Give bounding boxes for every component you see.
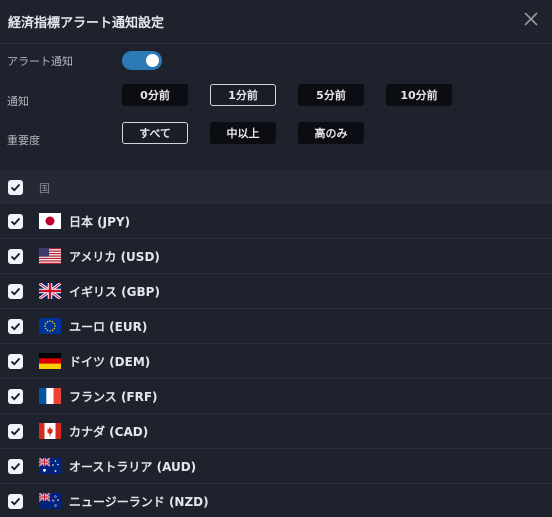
country-row-gbp[interactable]: イギリス (GBP) — [0, 274, 552, 309]
country-row-frf[interactable]: フランス (FRF) — [0, 379, 552, 414]
checkmark-icon — [10, 217, 21, 226]
country-name: アメリカ (USD) — [69, 250, 160, 264]
country-row-eur[interactable]: ユーロ (EUR) — [0, 309, 552, 344]
country-checkbox[interactable] — [8, 424, 23, 439]
country-row-usd[interactable]: アメリカ (USD) — [0, 239, 552, 274]
country-name: ユーロ (EUR) — [69, 320, 148, 334]
country-checkbox[interactable] — [8, 284, 23, 299]
japan-flag-icon — [39, 213, 61, 229]
country-checkbox[interactable] — [8, 494, 23, 509]
toggle-knob — [146, 54, 159, 67]
uk-flag-icon — [39, 283, 61, 299]
country-name: ニュージーランド (NZD) — [69, 495, 209, 509]
checkmark-icon — [10, 497, 21, 506]
importance-label: 重要度 — [7, 134, 40, 147]
notify-option-10min[interactable]: 10分前 — [386, 84, 452, 106]
france-flag-icon — [39, 388, 61, 404]
checkmark-icon — [10, 462, 21, 471]
checkmark-icon — [10, 357, 21, 366]
checkmark-icon — [10, 427, 21, 436]
select-all-checkbox[interactable] — [8, 180, 23, 195]
importance-option-medium-plus[interactable]: 中以上 — [210, 122, 276, 144]
canada-flag-icon — [39, 423, 61, 439]
notify-option-1min[interactable]: 1分前 — [210, 84, 276, 106]
notify-option-0min[interactable]: 0分前 — [122, 84, 188, 106]
country-checkbox[interactable] — [8, 354, 23, 369]
country-name: カナダ (CAD) — [69, 425, 149, 439]
checkmark-icon — [10, 183, 21, 192]
country-column-label: 国 — [39, 182, 50, 195]
notify-option-5min[interactable]: 5分前 — [298, 84, 364, 106]
country-name: オーストラリア (AUD) — [69, 460, 197, 474]
new-zealand-flag-icon — [39, 493, 61, 509]
alert-toggle[interactable] — [122, 51, 162, 70]
country-name: フランス (FRF) — [69, 390, 158, 404]
country-checkbox[interactable] — [8, 249, 23, 264]
country-checkbox[interactable] — [8, 214, 23, 229]
dialog-title: 経済指標アラート通知設定 — [8, 16, 165, 31]
importance-option-all[interactable]: すべて — [122, 122, 188, 144]
country-checkbox[interactable] — [8, 389, 23, 404]
country-row-nzd[interactable]: ニュージーランド (NZD) — [0, 484, 552, 517]
eu-flag-icon — [39, 318, 61, 334]
close-icon — [524, 12, 538, 26]
country-row-aud[interactable]: オーストラリア (AUD) — [0, 449, 552, 484]
country-name: 日本 (JPY) — [69, 215, 131, 229]
checkmark-icon — [10, 252, 21, 261]
dialog-header: 経済指標アラート通知設定 — [0, 0, 552, 44]
country-row-cad[interactable]: カナダ (CAD) — [0, 414, 552, 449]
country-row-dem[interactable]: ドイツ (DEM) — [0, 344, 552, 379]
country-checkbox[interactable] — [8, 459, 23, 474]
alert-label: アラート通知 — [7, 55, 73, 68]
australia-flag-icon — [39, 458, 61, 474]
country-list-header: 国 — [0, 170, 552, 204]
checkmark-icon — [10, 322, 21, 331]
country-checkbox[interactable] — [8, 319, 23, 334]
checkmark-icon — [10, 392, 21, 401]
country-row-jpy[interactable]: 日本 (JPY) — [0, 204, 552, 239]
close-button[interactable] — [520, 8, 544, 32]
notify-label: 通知 — [7, 95, 29, 108]
checkmark-icon — [10, 287, 21, 296]
germany-flag-icon — [39, 353, 61, 369]
country-name: ドイツ (DEM) — [69, 355, 151, 369]
usa-flag-icon — [39, 248, 61, 264]
country-name: イギリス (GBP) — [69, 285, 160, 299]
importance-option-high-only[interactable]: 高のみ — [298, 122, 364, 144]
